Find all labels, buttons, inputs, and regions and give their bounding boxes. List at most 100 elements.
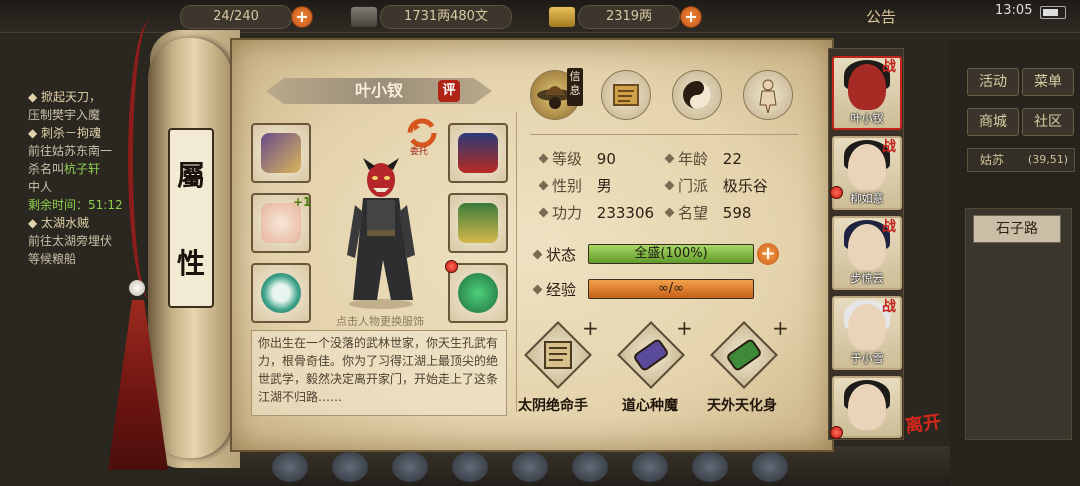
- location-display[interactable]: 姑苏 (39,51): [967, 148, 1075, 172]
- shop-button[interactable]: 商城: [967, 108, 1019, 136]
- party-member-name: 柳如意: [850, 192, 884, 205]
- toolbar-icon[interactable]: [512, 452, 548, 482]
- toolbar-icon[interactable]: [452, 452, 488, 482]
- quest-text-part: 杀名叫: [28, 162, 65, 176]
- skill-slot-3[interactable]: [710, 321, 778, 389]
- tab-map[interactable]: [601, 70, 651, 120]
- attribute-tab-label: 屬 性: [168, 128, 214, 308]
- quest-npc-link[interactable]: 杭子轩: [64, 162, 100, 176]
- portrait-face: [848, 64, 886, 110]
- add-stamina-button[interactable]: +: [291, 6, 313, 28]
- green-scroll-icon: [727, 339, 761, 371]
- toolbar-icon[interactable]: [752, 452, 788, 482]
- location-name: 姑苏: [980, 153, 1005, 167]
- ring-icon: [261, 273, 301, 313]
- stat-label: 名望: [678, 204, 709, 222]
- manual-book-icon: [544, 341, 572, 369]
- stat-exp-label: 经验: [546, 281, 577, 299]
- toolbar-icon[interactable]: [692, 452, 728, 482]
- location-coords: (39,51): [1027, 153, 1068, 166]
- notification-dot: [445, 260, 458, 273]
- hero-figure[interactable]: [333, 150, 429, 310]
- skill-slot-2[interactable]: [617, 321, 685, 389]
- stat-fame: 名望 598: [678, 202, 751, 223]
- notice-button[interactable]: 公告: [866, 6, 896, 27]
- activity-button[interactable]: 活动: [967, 68, 1019, 96]
- coin-value: 1731两480文: [404, 9, 488, 24]
- skill-slot-1[interactable]: [524, 321, 592, 389]
- quest-timer-label: 剩余时间：: [28, 198, 89, 212]
- battle-tag: 战: [882, 139, 896, 155]
- toolbar-icon[interactable]: [272, 452, 308, 482]
- skill-name: 天外天化身: [707, 398, 777, 414]
- stat-value: 22: [722, 150, 742, 168]
- skill-name: 道心种魔: [622, 398, 678, 414]
- equip-slot-armor[interactable]: [448, 193, 508, 253]
- portrait-face: [848, 384, 886, 430]
- toolbar-icon[interactable]: [392, 452, 428, 482]
- gold-icon: [548, 6, 576, 28]
- leave-button[interactable]: 离开: [903, 408, 943, 439]
- stat-power: 功力 233306: [552, 202, 654, 223]
- battery-icon: [1040, 6, 1066, 19]
- portrait-face: [848, 224, 886, 270]
- enhance-level: +1: [293, 195, 312, 209]
- stat-label: 门派: [678, 177, 709, 195]
- scroll-map-icon: [613, 84, 639, 106]
- menu-button[interactable]: 菜单: [1022, 68, 1074, 96]
- equip-slot-helmet[interactable]: [448, 123, 508, 183]
- add-gold-button[interactable]: +: [680, 6, 702, 28]
- add-skill-button[interactable]: +: [676, 316, 693, 340]
- stat-value: 90: [596, 150, 616, 168]
- status-value: 全盛(100%): [634, 246, 708, 261]
- gold-value: 2319两: [605, 9, 653, 24]
- party-member-name: 步惊云: [850, 272, 884, 285]
- equip-slot-amulet[interactable]: [448, 263, 508, 323]
- equip-slot-gloves[interactable]: [251, 123, 311, 183]
- stat-label: 功力: [552, 204, 583, 222]
- helmet-icon: [458, 133, 498, 173]
- place-item[interactable]: 石子路: [973, 215, 1061, 243]
- add-skill-button[interactable]: +: [582, 316, 599, 340]
- toolbar-icon[interactable]: [572, 452, 608, 482]
- skill-name: 太阴绝命手: [518, 398, 588, 414]
- quest-timer-value: 51:12: [88, 198, 123, 212]
- toolbar-icon[interactable]: [332, 452, 368, 482]
- review-button[interactable]: 评: [438, 80, 460, 102]
- flower-charm-icon: [261, 203, 301, 243]
- party-member-name: 叶小钗: [850, 112, 884, 125]
- notification-dot: [830, 186, 843, 199]
- stat-status-label: 状态: [546, 246, 577, 264]
- stat-gender: 性别 男: [552, 175, 612, 196]
- notification-dot: [830, 426, 843, 439]
- party-member-name: 于小雪: [850, 352, 884, 365]
- battle-tag: 战: [882, 59, 896, 75]
- tab-bagua[interactable]: [672, 70, 722, 120]
- yin-yang-icon: [683, 81, 711, 109]
- place-name: 石子路: [996, 221, 1038, 237]
- stat-value: 极乐谷: [722, 177, 768, 195]
- exp-bar: ∞/∞: [588, 279, 754, 299]
- stat-level: 等级 90: [552, 148, 616, 169]
- tab-meridians[interactable]: [743, 70, 793, 120]
- stat-value: 男: [596, 177, 612, 195]
- add-skill-button[interactable]: +: [772, 316, 789, 340]
- change-outfit-hint: 点击人物更换服饰: [336, 315, 424, 328]
- equip-slot-ring[interactable]: [251, 263, 311, 323]
- community-button[interactable]: 社区: [1022, 108, 1074, 136]
- armor-icon: [458, 203, 498, 243]
- battle-tag: 战: [882, 299, 896, 315]
- restore-status-button[interactable]: +: [757, 243, 779, 265]
- body-figure-icon: [759, 79, 777, 114]
- toolbar-icon[interactable]: [632, 452, 668, 482]
- gloves-icon: [261, 133, 301, 173]
- stat-value: 233306: [596, 204, 655, 222]
- stat-label: 等级: [552, 150, 583, 168]
- tab-info-label: 信息: [567, 68, 583, 106]
- stamina-value: 24/240: [213, 9, 259, 24]
- vertical-divider: [516, 112, 517, 412]
- hero-biography: 你出生在一个没落的武林世家，你天生孔武有力，根骨奇佳。你为了习得江湖上最顶尖的绝…: [251, 330, 507, 416]
- party-member[interactable]: [832, 376, 902, 438]
- tassel-bead: [129, 280, 145, 296]
- jade-amulet-icon: [458, 273, 498, 313]
